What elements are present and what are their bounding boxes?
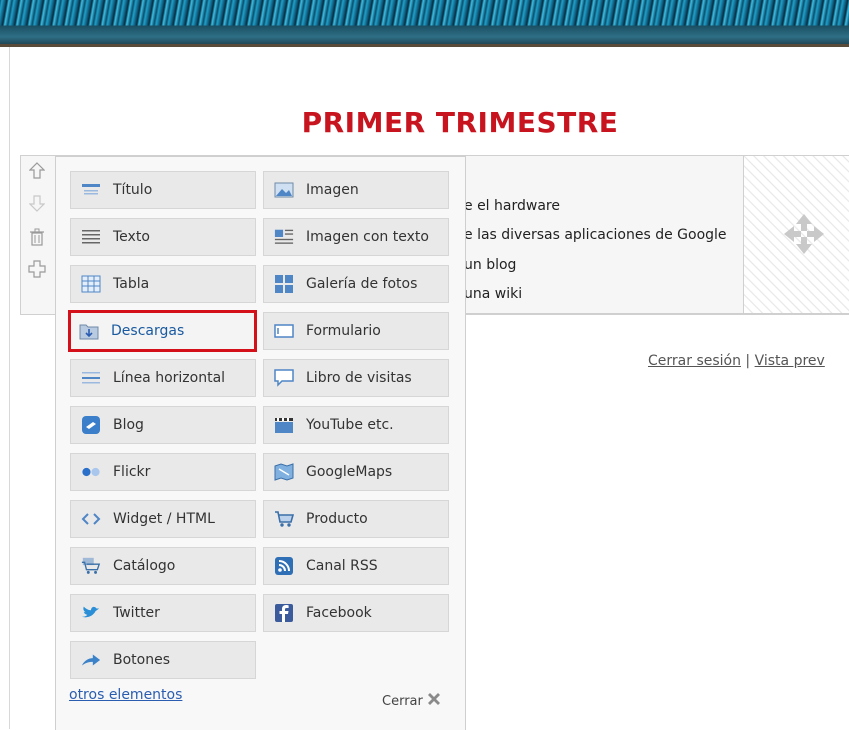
header-banner: [0, 0, 849, 46]
image-icon: [274, 180, 294, 200]
element-button-titulo[interactable]: Título: [70, 171, 256, 209]
element-button-flickr[interactable]: Flickr: [70, 453, 256, 491]
divider: [466, 313, 849, 314]
widget-icon: [81, 509, 101, 529]
googlemaps-icon: [274, 462, 294, 482]
element-button-linea-horizontal[interactable]: Línea horizontal: [70, 359, 256, 397]
flickr-icon: [81, 462, 101, 482]
gallery-icon: [274, 274, 294, 294]
element-button-widget-html[interactable]: Widget / HTML: [70, 500, 256, 538]
buttons-icon: [81, 650, 101, 670]
element-button-twitter[interactable]: Twitter: [70, 594, 256, 632]
element-button-texto[interactable]: Texto: [70, 218, 256, 256]
session-links: Cerrar sesión | Vista prev: [648, 353, 825, 369]
move-down-icon[interactable]: [28, 194, 46, 212]
blog-icon: [81, 415, 101, 435]
element-button-descargas[interactable]: Descargas: [68, 310, 257, 352]
download-icon: [79, 321, 99, 341]
youtube-icon: [274, 415, 294, 435]
element-button-imagen[interactable]: Imagen: [263, 171, 449, 209]
text-icon: [81, 227, 101, 247]
form-icon: [274, 321, 294, 341]
element-button-botones[interactable]: Botones: [70, 641, 256, 679]
rss-icon: [274, 556, 294, 576]
element-button-googlemaps[interactable]: GoogleMaps: [263, 453, 449, 491]
more-elements-link[interactable]: otros elementos: [69, 687, 182, 703]
content-line: un blog: [464, 257, 517, 273]
table-icon: [81, 274, 101, 294]
element-button-galeria-de-fotos[interactable]: Galería de fotos: [263, 265, 449, 303]
banner-divider: [0, 44, 849, 47]
element-button-facebook[interactable]: Facebook: [263, 594, 449, 632]
left-border: [9, 47, 10, 729]
move-icon[interactable]: [782, 212, 826, 256]
link-separator: |: [745, 353, 751, 369]
close-icon: [427, 692, 441, 710]
trash-icon[interactable]: [28, 228, 46, 246]
element-button-canal-rss[interactable]: Canal RSS: [263, 547, 449, 585]
block-tools: [20, 156, 54, 286]
close-button[interactable]: Cerrar: [382, 692, 441, 710]
catalog-icon: [81, 556, 101, 576]
element-button-formulario[interactable]: Formulario: [263, 312, 449, 350]
content-line: una wiki: [464, 286, 523, 302]
close-label: Cerrar: [382, 693, 423, 709]
facebook-icon: [274, 603, 294, 623]
element-button-tabla[interactable]: Tabla: [70, 265, 256, 303]
horizontal-line-icon: [81, 368, 101, 388]
element-button-catalogo[interactable]: Catálogo: [70, 547, 256, 585]
element-button-youtube[interactable]: YouTube etc.: [263, 406, 449, 444]
element-button-producto[interactable]: Producto: [263, 500, 449, 538]
title-icon: [81, 180, 101, 200]
element-button-blog[interactable]: Blog: [70, 406, 256, 444]
logout-link[interactable]: Cerrar sesión: [648, 353, 741, 369]
page-title: PRIMER TRIMESTRE: [301, 106, 619, 139]
content-line: e el hardware: [464, 198, 560, 214]
image-text-icon: [274, 227, 294, 247]
element-button-imagen-con-texto[interactable]: Imagen con texto: [263, 218, 449, 256]
element-button-libro-de-visitas[interactable]: Libro de visitas: [263, 359, 449, 397]
add-icon[interactable]: [28, 260, 46, 278]
move-up-icon[interactable]: [28, 162, 46, 180]
preview-link[interactable]: Vista prev: [755, 353, 825, 369]
guestbook-icon: [274, 368, 294, 388]
content-line: e las diversas aplicaciones de Google: [464, 227, 727, 243]
twitter-icon: [81, 603, 101, 623]
product-icon: [274, 509, 294, 529]
add-element-panel: Título Texto Tabla Descargas Línea horiz…: [55, 156, 466, 730]
